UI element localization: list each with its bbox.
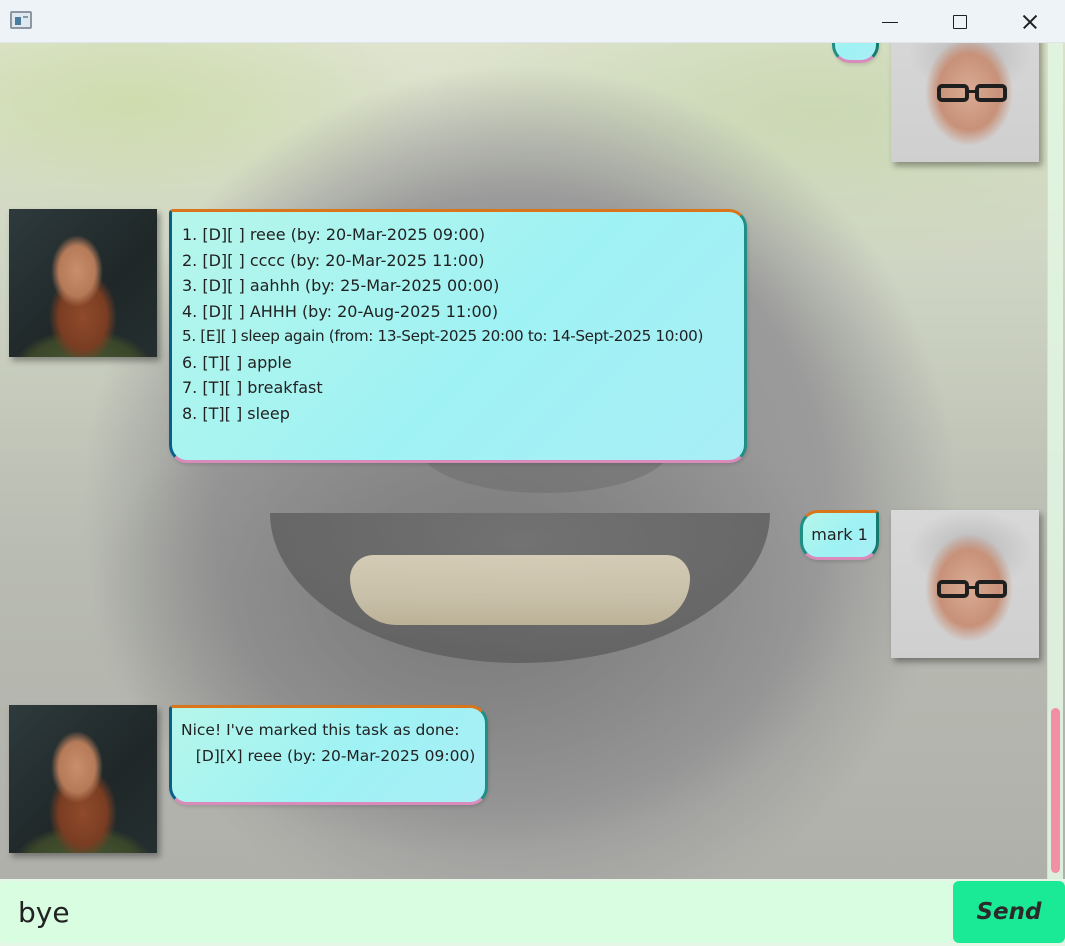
message-line: Nice! I've marked this task as done: — [181, 721, 460, 739]
message-line: [D][X] reee (by: 20-Mar-2025 09:00) — [181, 746, 476, 765]
avatar-glasses — [937, 84, 969, 102]
close-icon — [1021, 13, 1039, 31]
message-line: 3. [D][ ] aahhh (by: 25-Mar-2025 00:00) — [182, 276, 500, 295]
message-line: 8. [T][ ] sleep — [182, 403, 290, 423]
bot-message-bubble: 1. [D][ ] reee (by: 20-Mar-2025 09:00) 2… — [169, 209, 747, 463]
input-bar: Send — [0, 879, 1065, 946]
message-line: 1. [D][ ] reee (by: 20-Mar-2025 09:00) — [182, 225, 486, 244]
bot-message-bubble: Nice! I've marked this task as done: [D]… — [169, 705, 488, 805]
message-line: 5. [E][ ] sleep again (from: 13-Sept-202… — [182, 327, 704, 345]
user-avatar — [891, 510, 1039, 658]
message-line: 2. [D][ ] cccc (by: 20-Mar-2025 11:00) — [182, 250, 485, 270]
message-line: mark 1 — [811, 525, 868, 544]
user-message-bubble: mark 1 — [800, 510, 879, 560]
maximize-icon — [953, 14, 967, 29]
message-input[interactable] — [0, 881, 951, 943]
avatar-glasses — [937, 580, 969, 598]
bot-avatar — [9, 705, 157, 853]
close-button[interactable] — [995, 0, 1065, 43]
title-bar — [0, 0, 1065, 43]
background-image-teeth — [350, 555, 690, 625]
scrollbar-thumb[interactable] — [1051, 708, 1060, 873]
user-message-bubble: list — [832, 43, 879, 63]
minimize-icon — [882, 21, 898, 23]
send-button[interactable]: Send — [953, 881, 1065, 943]
app-icon — [10, 11, 32, 29]
user-avatar — [891, 43, 1039, 162]
bot-avatar — [9, 209, 157, 357]
maximize-button[interactable] — [925, 0, 995, 43]
message-line: 4. [D][ ] AHHH (by: 20-Aug-2025 11:00) — [182, 301, 499, 321]
vertical-scrollbar[interactable] — [1047, 43, 1063, 879]
chat-scroll-pane[interactable]: list 1. [D][ ] reee (by: 20-Mar-2025 09:… — [0, 43, 1065, 879]
message-line: 7. [T][ ] breakfast — [182, 378, 323, 397]
avatar-glasses — [975, 84, 1007, 102]
minimize-button[interactable] — [855, 0, 925, 43]
message-line: 6. [T][ ] apple — [182, 352, 292, 372]
avatar-glasses — [975, 580, 1007, 598]
